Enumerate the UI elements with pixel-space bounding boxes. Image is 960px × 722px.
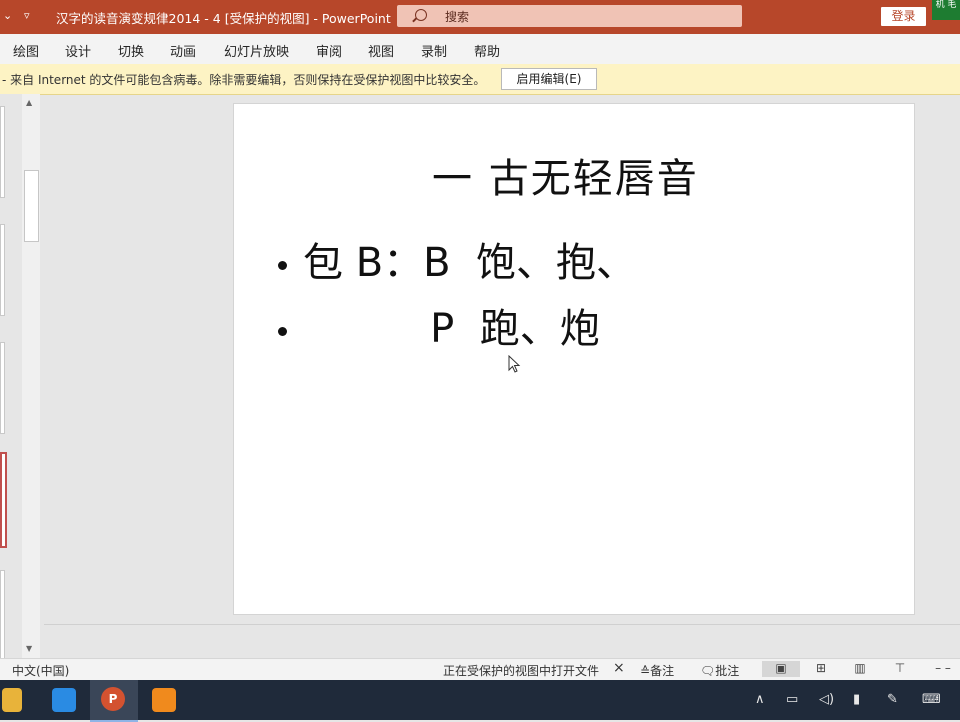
slide-bullet: 包 B：B 饱、抱、 [278, 230, 636, 288]
title-bar: ⌄ ▿ 汉字的读音演变规律2014 - 4 [受保护的视图] - PowerPo… [0, 0, 960, 34]
editor-bottom-area [44, 624, 960, 659]
app-camera-icon[interactable] [152, 688, 176, 712]
mouse-cursor-icon [508, 355, 521, 373]
file-explorer-icon[interactable] [2, 688, 22, 712]
slideshow-view-icon[interactable]: ⊤ [889, 661, 911, 677]
comments-label: 批注 [715, 664, 740, 678]
bullet-dot-icon [278, 260, 287, 270]
bullet-dot-icon [278, 326, 287, 336]
slide-sorter-icon[interactable]: ⊞ [810, 661, 832, 677]
slide-thumbnail-selected[interactable] [0, 452, 7, 548]
login-button[interactable]: 登录 [881, 7, 926, 26]
volume-icon[interactable]: ◁) [819, 692, 834, 707]
floating-widget[interactable]: 机 毛 [932, 0, 960, 20]
window-title: 汉字的读音演变规律2014 - 4 [受保护的视图] - PowerPoint [56, 11, 391, 26]
tab-help[interactable]: 帮助 [474, 41, 500, 60]
comments-button[interactable]: 🗨批注 [700, 662, 739, 679]
powerpoint-icon: P [101, 687, 125, 711]
zoom-slider[interactable]: – – [926, 661, 960, 677]
network-icon[interactable]: ▭ [786, 692, 798, 707]
slide-bullet: P 跑、炮 [278, 296, 600, 354]
slide-thumbnail[interactable] [0, 224, 5, 316]
tab-draw[interactable]: 绘图 [13, 41, 39, 60]
tab-view[interactable]: 视图 [368, 41, 394, 60]
bullet-text: 包 B：B 饱、抱、 [303, 240, 637, 286]
ribbon-tabs: 绘图 设计 切换 动画 幻灯片放映 审阅 视图 录制 帮助 [0, 34, 960, 64]
scroll-up-icon[interactable]: ▲ [26, 98, 32, 107]
protected-view-message: - 来自 Internet 的文件可能包含病毒。除非需要编辑，否则保持在受保护视… [2, 73, 486, 87]
tab-slideshow[interactable]: 幻灯片放映 [224, 41, 289, 60]
close-status-icon[interactable]: × [613, 660, 625, 676]
thumbnail-scrollbar[interactable]: ▲ ▼ [22, 94, 40, 658]
slide-title: 一 古无轻唇音 [432, 156, 699, 202]
pen-icon[interactable]: ✎ [887, 692, 898, 707]
language-indicator[interactable]: 中文(中国) [12, 662, 69, 679]
scroll-down-icon[interactable]: ▼ [26, 644, 32, 653]
notes-button[interactable]: ≙备注 [640, 662, 674, 679]
protected-view-bar: - 来自 Internet 的文件可能包含病毒。除非需要编辑，否则保持在受保护视… [0, 64, 960, 95]
slide-thumbnail[interactable] [0, 342, 5, 434]
search-input[interactable]: 搜索 [397, 5, 742, 27]
slide-thumbnail[interactable] [0, 570, 5, 662]
keyboard-icon[interactable]: ⌨ [922, 692, 941, 707]
customize-quick-access-icon[interactable]: ▿ [24, 9, 30, 22]
tab-review[interactable]: 审阅 [316, 41, 342, 60]
bullet-text: P 跑、炮 [303, 306, 600, 352]
search-icon [415, 9, 427, 21]
slide-canvas[interactable]: 一 古无轻唇音 包 B：B 饱、抱、 P 跑、炮 [233, 103, 915, 615]
tab-animations[interactable]: 动画 [170, 41, 196, 60]
normal-view-icon[interactable]: ▣ [762, 661, 800, 677]
tab-record[interactable]: 录制 [421, 41, 447, 60]
tray-chevron-icon[interactable]: ∧ [755, 692, 765, 707]
scrollbar-thumb[interactable] [24, 170, 39, 242]
notes-label: 备注 [650, 664, 675, 678]
reading-view-icon[interactable]: ▥ [849, 661, 871, 677]
app-bird-icon[interactable] [52, 688, 76, 712]
tab-design[interactable]: 设计 [65, 41, 91, 60]
search-placeholder: 搜索 [445, 10, 470, 24]
quick-access-dropdown-icon[interactable]: ⌄ [3, 9, 12, 22]
status-bar: 中文(中国) 正在受保护的视图中打开文件 × ≙备注 🗨批注 ▣ ⊞ ▥ ⊤ –… [0, 658, 960, 681]
microphone-icon[interactable]: ▮ [853, 692, 860, 707]
powerpoint-taskbar-button[interactable]: P [90, 680, 138, 722]
taskbar: P ∧ ▭ ◁) ▮ ✎ ⌨ [0, 680, 960, 722]
protected-view-status: 正在受保护的视图中打开文件 [443, 664, 600, 678]
slide-thumbnail[interactable] [0, 106, 5, 198]
tab-transitions[interactable]: 切换 [118, 41, 144, 60]
enable-editing-button[interactable]: 启用编辑(E) [501, 68, 597, 90]
